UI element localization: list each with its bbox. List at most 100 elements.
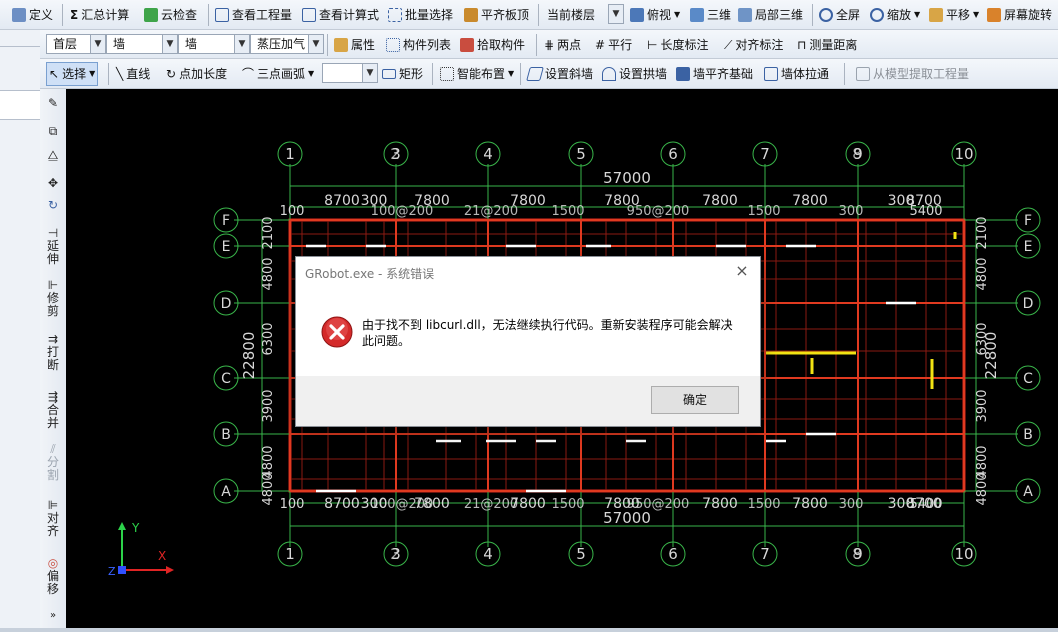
row-dim: 4800: [261, 257, 276, 290]
panel-field[interactable]: [0, 90, 40, 120]
move-icon[interactable]: ✥: [42, 177, 64, 190]
grid-row-label: A: [221, 484, 231, 500]
grid-row-label: B: [221, 427, 231, 443]
rotate-icon[interactable]: ↻: [42, 199, 64, 212]
span-dim: 7800: [702, 193, 738, 209]
arc-button[interactable]: ⌒ 三点画弧 ▼: [240, 63, 316, 85]
align-dim-button[interactable]: ⟋ 对齐标注: [722, 34, 785, 56]
extract-quantity-button[interactable]: 从模型提取工程量: [854, 63, 971, 85]
two-point-icon: ⋕: [544, 38, 555, 52]
cloud-check-icon: [144, 8, 158, 22]
define-button[interactable]: 定义: [10, 4, 55, 26]
category-select[interactable]: 墙 ▼: [106, 34, 178, 54]
brush-icon[interactable]: ✎: [42, 97, 64, 110]
floor-dropdown[interactable]: ▼: [608, 4, 624, 24]
properties-button[interactable]: 属性: [332, 34, 377, 56]
axis-z-label: Z: [108, 565, 116, 578]
row-dim: 4800: [975, 257, 990, 290]
view-formula-button[interactable]: 查看计算式: [300, 4, 381, 26]
parallel-icon: #: [595, 38, 606, 52]
arc-option-select[interactable]: ▼: [322, 63, 378, 83]
partial-3d-icon: [738, 8, 752, 22]
smart-layout-button[interactable]: 智能布置 ▼: [438, 63, 516, 85]
view-quantity-icon: [215, 8, 229, 22]
grid-column-label: 4: [483, 145, 493, 163]
wall-extend-button[interactable]: 墙体拉通: [762, 63, 831, 85]
grid-column-label: 10: [954, 545, 973, 563]
top-view-button[interactable]: 俯视 ▼: [628, 4, 682, 26]
split-button[interactable]: ⫽ 分割: [42, 443, 64, 482]
axis-y-label: Y: [131, 521, 140, 535]
select-button[interactable]: ↖ 选择 ▼: [46, 62, 99, 86]
rectangle-button[interactable]: 矩形: [380, 63, 425, 85]
more-chevron-icon[interactable]: »: [42, 609, 64, 622]
line-icon: ╲: [116, 67, 124, 81]
floor-select[interactable]: 首层 ▼: [46, 34, 106, 54]
properties-icon: [334, 38, 348, 52]
grid-column-label-overlap: 8: [852, 145, 862, 163]
overlay-dim: 300: [839, 204, 864, 219]
wall-align-button[interactable]: 墙平齐基础: [674, 63, 755, 85]
grid-column-label-overlap: 2: [390, 145, 400, 163]
measure-button[interactable]: ⊓ 测量距离: [795, 34, 859, 56]
row-dim: 2100: [261, 216, 276, 249]
slant-wall-button[interactable]: 设置斜墙: [526, 63, 595, 85]
overlay-dim: 1500: [551, 204, 584, 219]
sum-calc-button[interactable]: Σ 汇总计算: [68, 4, 131, 26]
component-list-button[interactable]: 构件列表: [384, 34, 453, 56]
span-dim: 8700: [324, 193, 360, 209]
pan-button[interactable]: 平移 ▼: [927, 4, 981, 26]
length-dim-button[interactable]: ⊢ 长度标注: [645, 34, 710, 56]
slant-wall-icon: [526, 67, 544, 81]
fullscreen-button[interactable]: 全屏: [817, 4, 862, 26]
wall-align-icon: [676, 67, 690, 81]
edge-dim: 100: [280, 497, 305, 512]
trim-button[interactable]: ⊩ 修剪: [42, 279, 64, 318]
type-select[interactable]: 墙 ▼: [178, 34, 250, 54]
grid-column-label: 4: [483, 545, 493, 563]
zoom-icon: [870, 8, 884, 22]
partial-3d-button[interactable]: 局部三维: [736, 4, 805, 26]
chevron-down-icon: ▼: [608, 5, 623, 23]
wall-extend-icon: [764, 67, 778, 81]
grid-column-label: 1: [285, 145, 295, 163]
parallel-button[interactable]: # 平行: [593, 34, 634, 56]
mirror-icon[interactable]: ⧋: [42, 149, 64, 162]
align-slab-button[interactable]: 平齐板顶: [462, 4, 531, 26]
arch-wall-button[interactable]: 设置拱墙: [600, 63, 669, 85]
extend-button[interactable]: ⊣ 延伸: [42, 227, 64, 266]
grid-row-label: C: [221, 371, 231, 387]
smart-layout-icon: [440, 67, 454, 81]
merge-button[interactable]: ⇶ 合并: [42, 391, 64, 430]
rotate-screen-button[interactable]: 屏幕旋转: [985, 4, 1054, 26]
length-dim-icon: ⊢: [647, 38, 658, 52]
two-point-button[interactable]: ⋕ 两点: [542, 34, 583, 56]
pick-component-button[interactable]: 拾取构件: [458, 34, 527, 56]
point-length-button[interactable]: ↻ 点加长度: [164, 63, 229, 85]
batch-select-button[interactable]: 批量选择: [386, 4, 455, 26]
overlay-dim: 950@200: [627, 497, 690, 512]
copy-icon[interactable]: ⧉: [42, 125, 64, 138]
offset-button[interactable]: ◎ 偏移: [42, 557, 64, 596]
rotate-screen-icon: [987, 8, 1001, 22]
edge-dim: 5400: [909, 497, 942, 512]
total-width-dim: 57000: [603, 169, 651, 187]
chevron-down-icon: ▼: [90, 35, 105, 53]
break-button[interactable]: ⇉ 打断: [42, 333, 64, 372]
panel-tab[interactable]: [0, 32, 40, 47]
edge-dim: 100: [280, 204, 305, 219]
measure-icon: ⊓: [797, 38, 807, 52]
view-quantity-button[interactable]: 查看工程量: [213, 4, 294, 26]
view-formula-icon: [302, 8, 316, 22]
cloud-check-button[interactable]: 云检查: [142, 4, 199, 26]
align-button[interactable]: ⊫ 对齐: [42, 499, 64, 538]
line-button[interactable]: ╲ 直线: [114, 63, 152, 85]
material-select[interactable]: 蒸压加气 ▼: [250, 34, 324, 54]
close-icon[interactable]: ×: [732, 261, 752, 281]
3d-view-button[interactable]: 三维: [688, 4, 733, 26]
left-panel: [0, 30, 41, 632]
edge-dim: 5400: [909, 204, 942, 219]
zoom-button[interactable]: 缩放 ▼: [868, 4, 922, 26]
ok-button[interactable]: 确定: [651, 386, 739, 414]
error-dialog: GRobot.exe - 系统错误 × 由于找不到 libcurl.dll，无法…: [295, 256, 761, 427]
